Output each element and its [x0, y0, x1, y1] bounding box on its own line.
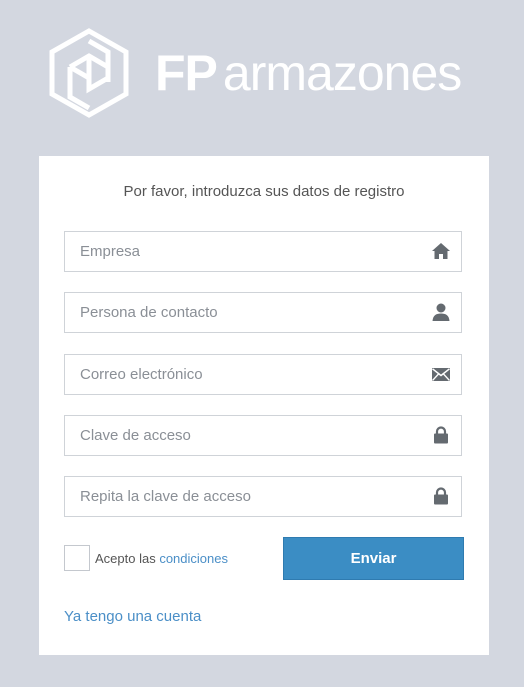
password-field: [64, 415, 462, 456]
repeat-password-input[interactable]: [65, 477, 420, 516]
contact-person-input[interactable]: [65, 293, 420, 332]
brand-wordmark: FP armazones: [155, 43, 462, 103]
terms-label: Acepto las condiciones: [95, 551, 228, 566]
lock-icon: [434, 426, 448, 444]
existing-account-link[interactable]: Ya tengo una cuenta: [64, 608, 201, 625]
envelope-icon: [432, 368, 450, 381]
company-input[interactable]: [65, 232, 420, 271]
submit-button[interactable]: Enviar: [283, 537, 464, 580]
email-input[interactable]: [65, 355, 420, 394]
hexagon-logo-icon: [49, 28, 129, 118]
password-input[interactable]: [65, 416, 420, 455]
lock-icon: [434, 487, 448, 505]
company-field: [64, 231, 462, 272]
terms-conditions-link[interactable]: condiciones: [159, 551, 228, 566]
brand-logo: FP armazones: [48, 27, 488, 121]
email-field: [64, 354, 462, 395]
contact-person-field: [64, 292, 462, 333]
form-intro: Por favor, introduzca sus datos de regis…: [123, 183, 405, 200]
brand-prefix: FP: [155, 45, 218, 101]
terms-checkbox[interactable]: [64, 545, 90, 571]
terms-label-text: Acepto las: [95, 551, 156, 566]
user-icon: [432, 303, 450, 321]
home-icon: [432, 243, 450, 259]
registration-card: Por favor, introduzca sus datos de regis…: [39, 156, 489, 655]
repeat-password-field: [64, 476, 462, 517]
brand-name: armazones: [222, 45, 462, 101]
